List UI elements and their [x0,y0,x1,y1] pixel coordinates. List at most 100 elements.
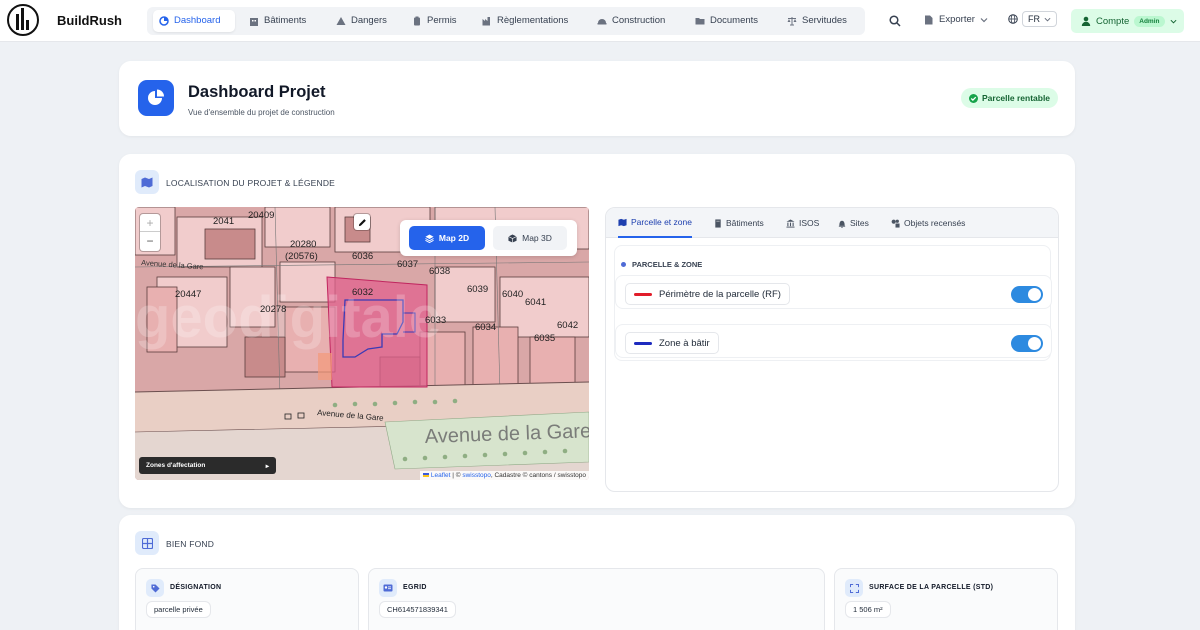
pencil-icon [358,218,366,226]
layer-row: Périmètre de la parcelle (RF) [615,275,1052,309]
nav-dangers[interactable]: Dangers [330,10,393,32]
layer-chip: Périmètre de la parcelle (RF) [625,283,790,305]
search-icon [889,15,901,27]
map-label: 6040 [502,289,523,300]
layer-label: Zone à bâtir [659,337,710,349]
location-card: LOCALISATION DU PROJET & LÉGENDE geodigi… [119,154,1075,508]
map-attribution: Leaflet | © swisstopo, Cadastre © canton… [420,471,589,480]
tab-parcelle-et-zone[interactable]: Parcelle et zone [618,208,692,238]
leaflet-link[interactable]: Leaflet [431,472,451,479]
expand-icon [845,579,863,597]
search-button[interactable] [882,8,908,34]
user-icon [1081,16,1091,26]
cube-icon [508,233,517,243]
tag-icon [146,579,164,597]
map-label: 20409 [248,210,274,221]
nav-dashboard[interactable]: Dashboard [153,10,235,32]
info-value: parcelle privée [146,601,211,618]
zoom-out-button[interactable]: − [140,232,160,250]
scale-icon [787,17,797,26]
language-select[interactable]: FR [1022,11,1057,27]
tab-isos[interactable]: ISOS [786,208,819,238]
zones-label: Zones d'affectation [146,462,206,469]
nav-construction[interactable]: Construction [591,10,671,32]
account-button[interactable]: Compte Admin [1071,9,1184,33]
tab-label: Parcelle et zone [631,217,692,227]
nav-servitudes[interactable]: Servitudes [781,10,853,32]
building-icon [715,218,721,228]
layer-toggle[interactable] [1011,286,1043,303]
account-label: Compte [1096,15,1130,27]
map-3d-button[interactable]: Map 3D [493,226,567,250]
warning-icon [336,17,346,25]
main-nav: Dashboard Bâtiments Dangers Permis Règle… [147,7,865,35]
info-cell-egrid: EGRID CH614571839341 [368,568,825,630]
section-title: LOCALISATION DU PROJET & LÉGENDE [166,178,336,188]
nav-label: Bâtiments [264,15,307,26]
map-view[interactable]: geodigitale 20409 2041 20280 (20576) 603… [135,207,589,480]
zoom-in-button[interactable]: + [140,214,160,232]
nav-reglementations[interactable]: Règlementations [476,10,574,32]
table-icon [135,531,159,555]
info-label: DÉSIGNATION [170,584,222,591]
nav-batiments[interactable]: Bâtiments [243,10,312,32]
info-label: SURFACE DE LA PARCELLE (STD) [869,584,994,591]
nav-permis[interactable]: Permis [406,10,463,32]
bell-icon [838,220,846,228]
nav-documents[interactable]: Documents [689,10,764,32]
zones-affectation-toggle[interactable]: Zones d'affectation ▸ [139,457,276,474]
language-value: FR [1028,14,1040,24]
tab-label: Objets recensés [904,218,966,228]
layer-toggle[interactable] [1011,335,1043,352]
chevron-down-icon [1170,19,1176,24]
draw-button[interactable] [354,214,370,230]
objects-icon [891,219,900,228]
zoom-controls: + − [140,214,160,251]
map-3d-label: Map 3D [522,233,552,243]
swisstopo-link[interactable]: swisstopo [462,472,491,479]
language-selector[interactable]: FR [1008,11,1057,27]
map-label: 6033 [425,315,446,326]
building-icon [250,18,258,26]
bullet-icon [621,262,626,267]
brand-name[interactable]: BuildRush [57,13,122,28]
info-label: EGRID [403,584,427,591]
map-label: 6035 [534,333,555,344]
info-cell-designation: DÉSIGNATION parcelle privée [135,568,359,630]
buildrush-logo[interactable] [7,4,39,36]
export-dropdown[interactable]: Exporter [924,14,988,25]
id-card-icon [379,579,397,597]
export-label: Exporter [939,14,975,25]
layers-icon [425,233,434,243]
map-label: (20576) [285,251,318,262]
attribution-text: , Cadastre © cantons / swisstopo [490,472,586,479]
tab-sites[interactable]: Sites [838,208,869,238]
nav-label: Dangers [351,15,387,26]
map-label: 20280 [290,239,316,250]
nav-label: Règlementations [497,15,569,26]
map-icon [618,218,627,226]
legend-tabs: Parcelle et zone Bâtiments ISOS Sites Ob… [606,208,1058,238]
map-2d-button[interactable]: Map 2D [409,226,485,250]
tab-batiments[interactable]: Bâtiments [714,208,764,238]
map-label: 20447 [175,289,201,300]
section-title: BIEN FOND [166,539,215,549]
parcelle-zone-panel: PARCELLE & ZONE Périmètre de la parcelle… [614,245,1052,361]
panel-title-label: PARCELLE & ZONE [632,260,703,269]
map-label: 6039 [467,284,488,295]
page-subtitle: Vue d'ensemble du projet de construction [188,108,335,117]
status-badge: Parcelle rentable [961,88,1059,108]
helmet-icon [597,19,607,25]
status-label: Parcelle rentable [982,93,1051,103]
attribution-sep: | © [450,472,463,479]
flag-icon [423,473,430,477]
bien-fond-card: BIEN FOND DÉSIGNATION parcelle privée EG… [119,515,1075,630]
map-label: 6032 [352,287,373,298]
nav-label: Dashboard [174,15,221,26]
line-swatch-icon [634,292,652,296]
industry-icon [482,17,490,26]
check-circle-icon [969,93,978,103]
tab-objets-recenses[interactable]: Objets recensés [891,208,965,238]
role-badge: Admin [1134,15,1165,27]
zones-arrow-icon: ▸ [265,462,269,470]
